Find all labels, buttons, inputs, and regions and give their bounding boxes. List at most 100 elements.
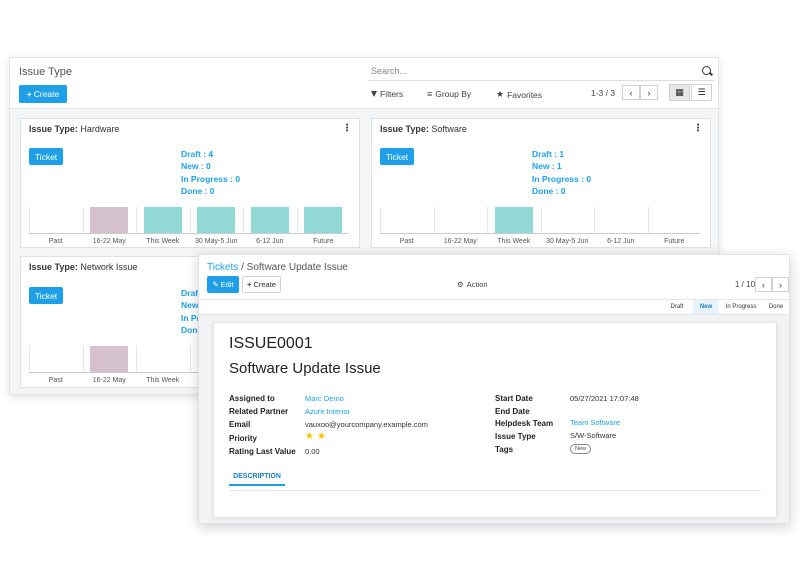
chart-gridline (380, 207, 381, 234)
search-input[interactable]: Search... (368, 63, 714, 81)
create-button[interactable]: + Create (242, 276, 281, 293)
ticket-number: ISSUE0001 (229, 335, 313, 352)
plus-icon: + (247, 280, 252, 289)
chart-gridline (594, 207, 595, 234)
stage-in-progress[interactable]: In Progress (719, 300, 763, 314)
stat-in-progress[interactable]: In Progress : 0 (532, 173, 591, 185)
list-bars-icon: ≡ (427, 89, 433, 99)
card-stats: Draft : 4 New : 0 In Progress : 0 Done :… (181, 148, 240, 197)
ticket-button[interactable]: Ticket (380, 148, 414, 165)
action-dropdown[interactable]: ⚙ Action (457, 280, 488, 289)
helpdesk-team-value[interactable]: Team Software (570, 418, 620, 427)
email-value[interactable]: vauxoo@yourcompany.example.com (305, 420, 428, 429)
chart-gridline (296, 207, 298, 234)
chart-tick-label: 6-12 Jun (607, 238, 635, 245)
kanban-view-button[interactable]: ▦ (669, 84, 690, 101)
chart-bar[interactable] (197, 207, 236, 234)
chart-gridline (647, 207, 649, 234)
chart-gridline (136, 346, 137, 373)
list-view-button[interactable]: ☰ (691, 84, 712, 101)
pager-next-button[interactable]: › (772, 277, 789, 292)
email-label: Email (229, 420, 251, 429)
tag-badge[interactable]: New (570, 444, 592, 454)
stage-draft[interactable]: Draft (661, 300, 693, 314)
list-icon: ☰ (697, 87, 706, 97)
form-sheet: ISSUE0001 Software Update Issue Assigned… (213, 322, 777, 518)
stat-draft[interactable]: Draft : 4 (181, 148, 240, 160)
related-partner-value[interactable]: Azure Interior (305, 407, 350, 416)
stat-done[interactable]: Done : 0 (181, 185, 240, 197)
start-date-label: Start Date (495, 394, 533, 403)
chart-tick-label: 16-22 May (92, 238, 126, 245)
chart-gridline (189, 207, 191, 234)
issue-type-label: Issue Type (495, 432, 536, 441)
ticket-name: Software Update Issue (229, 360, 381, 377)
stat-done[interactable]: Done : 0 (532, 185, 591, 197)
chart-tick-label: This Week (146, 238, 180, 245)
search-icon[interactable] (702, 66, 711, 75)
chart-gridline (243, 207, 244, 234)
pager-value: 1 / 10 (735, 280, 756, 289)
chart-axis (29, 233, 349, 234)
kebab-menu-icon[interactable]: ⋮ (342, 123, 352, 134)
chart-bar[interactable] (143, 207, 182, 234)
chart-gridline (433, 207, 435, 234)
pager-previous-button[interactable]: ‹ (755, 277, 772, 292)
chart-bar[interactable] (304, 207, 343, 234)
kebab-menu-icon[interactable]: ⋮ (693, 123, 703, 134)
chevron-left-icon: ‹ (762, 279, 765, 290)
grid-icon: ▦ (675, 87, 684, 97)
stat-new[interactable]: New : 0 (181, 160, 240, 172)
chart-bar[interactable] (250, 207, 289, 234)
chart-gridline (82, 207, 84, 234)
chart-bar[interactable] (90, 207, 129, 234)
chart-tick-label: This Week (146, 377, 180, 384)
chart-bar[interactable] (494, 207, 533, 234)
edit-button[interactable]: ✎ Edit (207, 276, 239, 293)
chart-tick-label: Future (313, 238, 334, 245)
pager-value: 1-3 / 3 (591, 88, 616, 98)
kanban-card-hardware[interactable]: Issue Type: Hardware ⋮ Ticket Draft : 4 … (20, 118, 360, 248)
chart-gridline (29, 207, 30, 234)
priority-star-icon[interactable]: ★ (305, 431, 314, 442)
assigned-to-label: Assigned to (229, 394, 275, 403)
chevron-left-icon: ‹ (629, 87, 633, 98)
stage-done[interactable]: Done (763, 300, 789, 314)
chart-tick-label: Past (48, 377, 63, 384)
chart-tick-label: 6-12 Jun (256, 238, 284, 245)
breadcrumb-tickets-link[interactable]: Tickets (207, 262, 238, 273)
stat-draft[interactable]: Draft : 1 (532, 148, 591, 160)
chart-axis (380, 233, 700, 234)
issue-type-value[interactable]: S/W-Software (570, 431, 616, 440)
start-date-value[interactable]: 05/27/2021 17:07:48 (570, 394, 639, 403)
tab-description[interactable]: DESCRIPTION (229, 473, 285, 486)
chart-gridline (136, 207, 137, 234)
page-title: Issue Type (19, 66, 72, 78)
filters-button[interactable]: Filters (371, 89, 403, 99)
create-button[interactable]: + Create (19, 85, 67, 103)
stat-in-progress[interactable]: In Progress : 0 (181, 173, 240, 185)
kanban-control-panel: Issue Type + Create Search... Filters ≡ … (10, 58, 718, 109)
end-date-label: End Date (495, 407, 530, 416)
kanban-card-software[interactable]: Issue Type: Software ⋮ Ticket Draft : 1 … (371, 118, 711, 248)
helpdesk-team-label: Helpdesk Team (495, 419, 554, 428)
priority-star-icon[interactable]: ★ (317, 431, 326, 442)
pager-previous-button[interactable]: ‹ (622, 85, 640, 100)
rating-last-value-label: Rating Last Value (229, 447, 296, 456)
chart-gridline (189, 346, 191, 373)
chart-tick-label: Past (399, 238, 414, 245)
pager-next-button[interactable]: › (640, 85, 658, 100)
breadcrumb-current: Software Update Issue (246, 262, 348, 273)
card-title: Issue Type: Hardware (29, 124, 120, 134)
favorites-button[interactable]: ★ Favorites (496, 89, 542, 100)
assigned-to-value[interactable]: Marc Demo (305, 394, 344, 403)
stage-new[interactable]: New (693, 300, 719, 314)
chart-bar[interactable] (90, 346, 129, 373)
ticket-button[interactable]: Ticket (29, 287, 63, 304)
ticket-button[interactable]: Ticket (29, 148, 63, 165)
stat-new[interactable]: New : 1 (532, 160, 591, 172)
chart-gridline (487, 207, 488, 234)
group-by-button[interactable]: ≡ Group By (427, 89, 471, 99)
filter-icon (371, 91, 377, 97)
notebook-divider (229, 490, 761, 491)
